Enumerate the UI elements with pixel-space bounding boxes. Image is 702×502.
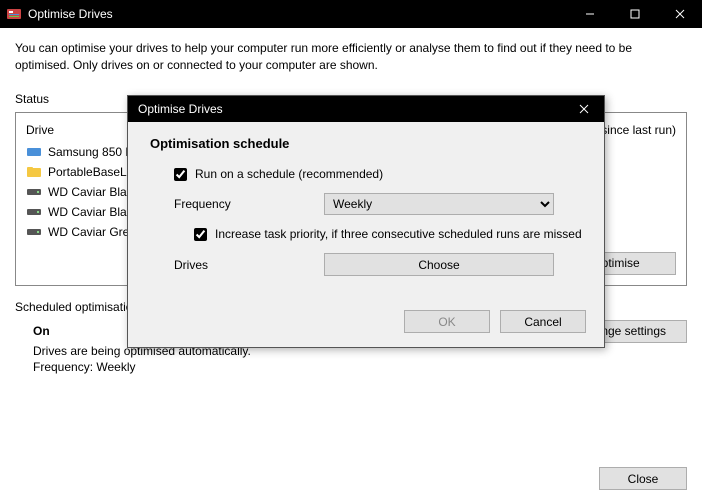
cancel-button[interactable]: Cancel bbox=[500, 310, 586, 333]
dialog-title: Optimise Drives bbox=[138, 102, 564, 116]
intro-text: You can optimise your drives to help you… bbox=[15, 40, 687, 74]
increase-priority-input[interactable] bbox=[194, 228, 207, 241]
hdd-icon bbox=[26, 204, 42, 220]
app-icon bbox=[6, 6, 22, 22]
schedule-frequency: Frequency: Weekly bbox=[33, 360, 567, 374]
maximize-button[interactable] bbox=[612, 0, 657, 28]
dialog-heading: Optimisation schedule bbox=[150, 136, 582, 151]
close-window-button[interactable]: Close bbox=[599, 467, 687, 490]
ssd-icon bbox=[26, 144, 42, 160]
drive-name: WD Caviar Black bbox=[48, 185, 139, 199]
window-titlebar: Optimise Drives bbox=[0, 0, 702, 28]
frequency-select[interactable]: Weekly bbox=[324, 193, 554, 215]
increase-priority-label: Increase task priority, if three consecu… bbox=[215, 227, 582, 241]
close-button[interactable] bbox=[657, 0, 702, 28]
ok-button[interactable]: OK bbox=[404, 310, 490, 333]
choose-drives-button[interactable]: Choose bbox=[324, 253, 554, 276]
dialog-close-button[interactable] bbox=[564, 96, 604, 122]
drive-name: WD Caviar Black bbox=[48, 205, 139, 219]
increase-priority-checkbox[interactable]: Increase task priority, if three consecu… bbox=[194, 227, 582, 241]
run-schedule-input[interactable] bbox=[174, 168, 187, 181]
frequency-label: Frequency bbox=[174, 197, 324, 211]
hdd-icon bbox=[26, 224, 42, 240]
run-schedule-label: Run on a schedule (recommended) bbox=[195, 167, 383, 181]
hdd-icon bbox=[26, 184, 42, 200]
drives-label: Drives bbox=[174, 258, 324, 272]
schedule-dialog: Optimise Drives Optimisation schedule Ru… bbox=[127, 95, 605, 348]
run-schedule-checkbox[interactable]: Run on a schedule (recommended) bbox=[174, 167, 383, 181]
minimize-button[interactable] bbox=[567, 0, 612, 28]
window-title: Optimise Drives bbox=[28, 7, 567, 21]
dialog-titlebar: Optimise Drives bbox=[128, 96, 604, 122]
folder-icon bbox=[26, 164, 42, 180]
